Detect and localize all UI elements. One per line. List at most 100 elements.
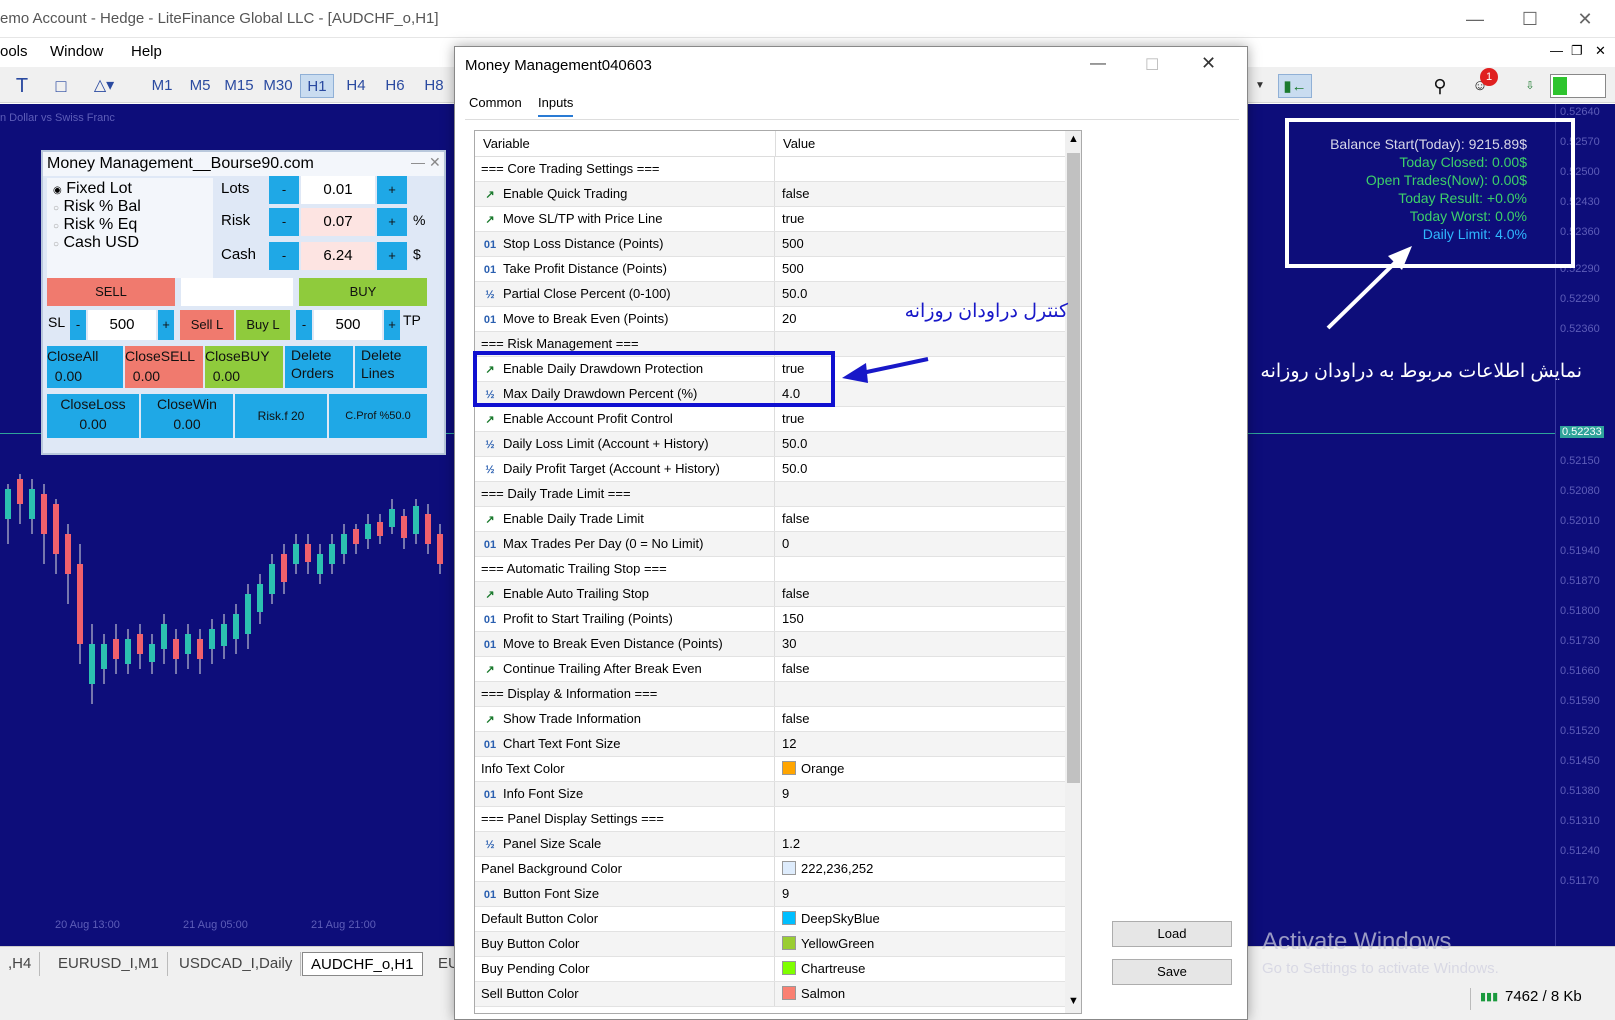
risk-plus-button[interactable]: + — [377, 208, 407, 236]
sl-plus-button[interactable]: + — [158, 310, 174, 340]
tp-minus-button[interactable]: - — [296, 310, 312, 340]
objects-tool-icon[interactable]: △▾ — [86, 74, 122, 98]
menu-tools[interactable]: ools — [0, 43, 28, 60]
input-row[interactable]: ♣Buy Pending Color Chartreuse — [475, 957, 1065, 982]
input-row[interactable]: ♣Panel Background Color 222,236,252 — [475, 857, 1065, 882]
dialog-maximize-icon[interactable]: ☐ — [1145, 55, 1159, 75]
signal-lvl-icon[interactable]: ⇩ — [1520, 74, 1540, 98]
value-cell[interactable]: 150 — [776, 607, 1065, 631]
child-minimize-icon[interactable]: — — [1550, 43, 1563, 58]
input-row[interactable]: 01 Stop Loss Distance (Points) 500 — [475, 232, 1065, 257]
input-row[interactable]: 01 Max Trades Per Day (0 = No Limit) 0 — [475, 532, 1065, 557]
menu-window[interactable]: Window — [50, 43, 103, 60]
input-row[interactable]: ♣Sell Button Color Salmon — [475, 982, 1065, 1007]
sell-button[interactable]: SELL — [47, 278, 175, 306]
value-cell[interactable]: 1.2 — [776, 832, 1065, 856]
mode-cash-usd[interactable]: ○ Cash USD — [53, 234, 139, 252]
input-row[interactable]: ♣Buy Button Color YellowGreen — [475, 932, 1065, 957]
scroll-thumb[interactable] — [1067, 153, 1080, 783]
input-row[interactable]: ♣Info Text Color Orange — [475, 757, 1065, 782]
dropdown-arrow-icon[interactable]: ▼ — [1252, 74, 1268, 98]
close-icon[interactable]: ✕ — [1565, 6, 1605, 32]
value-cell[interactable]: 0 — [776, 532, 1065, 556]
close-sell-button[interactable]: CloseSELL 0.00 — [125, 346, 203, 388]
value-cell[interactable]: DeepSkyBlue — [776, 907, 1065, 931]
value-cell[interactable]: false — [776, 182, 1065, 206]
section-header-row[interactable]: === Display & Information === — [475, 682, 1065, 707]
value-cell[interactable]: YellowGreen — [776, 932, 1065, 956]
value-cell[interactable]: Orange — [776, 757, 1065, 781]
section-header-row[interactable]: === Daily Trade Limit === — [475, 482, 1065, 507]
section-header-row[interactable]: === Automatic Trailing Stop === — [475, 557, 1065, 582]
value-cell[interactable]: 50.0 — [776, 457, 1065, 481]
input-row[interactable]: ↗ Enable Daily Trade Limit false — [475, 507, 1065, 532]
menu-help[interactable]: Help — [131, 43, 162, 60]
load-button[interactable]: Load — [1112, 921, 1232, 947]
sl-input[interactable]: 500 — [88, 310, 156, 340]
cash-plus-button[interactable]: + — [377, 242, 407, 270]
delete-lines-button[interactable]: Delete Lines — [355, 346, 427, 388]
value-cell[interactable]: 50.0 — [776, 432, 1065, 456]
tf-m1[interactable]: M1 — [148, 74, 176, 98]
close-profit-button[interactable]: C.Prof %50.0 — [329, 394, 427, 438]
value-cell[interactable]: false — [776, 582, 1065, 606]
text-tool-icon[interactable]: T — [10, 74, 34, 98]
input-row[interactable]: ↗ Move SL/TP with Price Line true — [475, 207, 1065, 232]
tp-input[interactable]: 500 — [314, 310, 382, 340]
value-cell[interactable]: 9 — [776, 782, 1065, 806]
section-header-row[interactable]: === Panel Display Settings === — [475, 807, 1065, 832]
buy-limit-button[interactable]: Buy L — [236, 310, 290, 340]
input-row[interactable]: 01 Chart Text Font Size 12 — [475, 732, 1065, 757]
input-row[interactable]: 01 Profit to Start Trailing (Points) 150 — [475, 607, 1065, 632]
close-all-button[interactable]: CloseAll 0.00 — [47, 346, 123, 388]
tf-h8[interactable]: H8 — [420, 74, 448, 98]
tab-common[interactable]: Common — [469, 95, 522, 110]
value-cell[interactable]: false — [776, 707, 1065, 731]
lots-input[interactable]: 0.01 — [301, 176, 375, 204]
value-cell[interactable]: false — [776, 507, 1065, 531]
input-row[interactable]: ½ Daily Loss Limit (Account + History) 50.… — [475, 432, 1065, 457]
close-win-button[interactable]: CloseWin 0.00 — [141, 394, 233, 438]
chart-tab[interactable]: EURUSD_I,M1 — [50, 952, 168, 976]
mode-fixed-lot[interactable]: ◉ Fixed Lot — [53, 180, 132, 198]
sl-minus-button[interactable]: - — [70, 310, 86, 340]
tf-h1[interactable]: H1 — [300, 74, 334, 98]
input-row[interactable]: 01 Info Font Size 9 — [475, 782, 1065, 807]
value-cell[interactable]: false — [776, 657, 1065, 681]
maximize-icon[interactable]: ☐ — [1510, 6, 1550, 32]
buy-button[interactable]: BUY — [299, 278, 427, 306]
input-row[interactable]: 01 Take Profit Distance (Points) 500 — [475, 257, 1065, 282]
value-cell[interactable]: Chartreuse — [776, 957, 1065, 981]
input-row[interactable]: ↗ Enable Account Profit Control true — [475, 407, 1065, 432]
cash-minus-button[interactable]: - — [269, 242, 299, 270]
sell-limit-button[interactable]: Sell L — [180, 310, 234, 340]
value-cell[interactable]: Salmon — [776, 982, 1065, 1006]
dialog-close-icon[interactable]: ✕ — [1201, 53, 1216, 74]
chart-shift-icon[interactable]: ▮← — [1278, 74, 1312, 98]
child-restore-icon[interactable]: ❐ — [1571, 43, 1583, 59]
chart-tab[interactable]: USDCAD_I,Daily — [171, 952, 302, 976]
value-cell[interactable]: 222,236,252 — [776, 857, 1065, 881]
value-cell[interactable]: 500 — [776, 257, 1065, 281]
tf-m30[interactable]: M30 — [261, 74, 295, 98]
panel-close-icon[interactable]: ✕ — [429, 154, 441, 171]
save-button[interactable]: Save — [1112, 959, 1232, 985]
tf-m5[interactable]: M5 — [186, 74, 214, 98]
tp-plus-button[interactable]: + — [384, 310, 400, 340]
dialog-minimize-icon[interactable]: — — [1090, 55, 1106, 73]
input-row[interactable]: 01 Move to Break Even Distance (Points) 30 — [475, 632, 1065, 657]
mode-risk-bal[interactable]: ○ Risk % Bal — [53, 198, 141, 216]
section-header-row[interactable]: === Core Trading Settings === — [475, 157, 1065, 182]
input-row[interactable]: 01 Button Font Size 9 — [475, 882, 1065, 907]
input-row[interactable]: ½ Daily Profit Target (Account + History)… — [475, 457, 1065, 482]
tab-inputs[interactable]: Inputs — [538, 95, 574, 117]
tf-h6[interactable]: H6 — [381, 74, 409, 98]
tf-m15[interactable]: M15 — [222, 74, 256, 98]
grid-scrollbar[interactable]: ▲ ▼ — [1065, 131, 1081, 1013]
cash-input[interactable]: 6.24 — [301, 242, 375, 270]
value-cell[interactable]: true — [776, 207, 1065, 231]
notifications-icon[interactable]: ☺ 1 — [1466, 68, 1498, 98]
value-cell[interactable]: 500 — [776, 232, 1065, 256]
search-icon[interactable]: ⚲ — [1428, 74, 1452, 98]
price-input[interactable] — [181, 278, 293, 306]
